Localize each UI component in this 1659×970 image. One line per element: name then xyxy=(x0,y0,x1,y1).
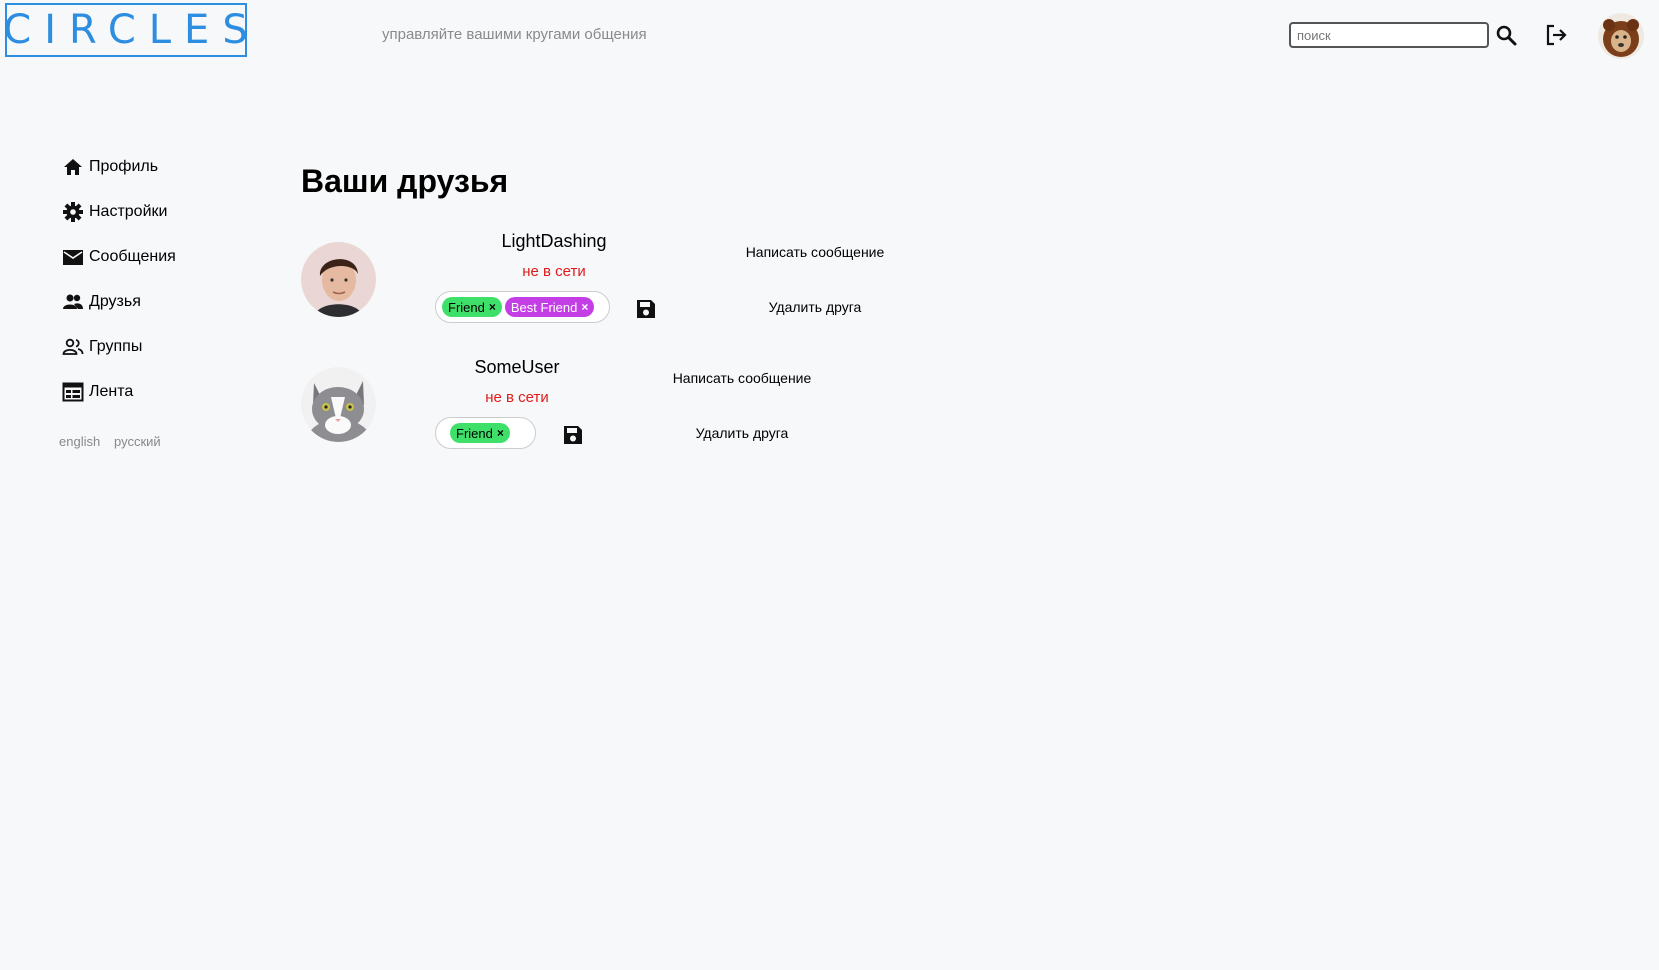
friend-avatar[interactable] xyxy=(301,367,376,442)
sidebar-item-profile[interactable]: Профиль xyxy=(62,154,158,180)
group-icon xyxy=(62,336,84,358)
sidebar-item-label: Настройки xyxy=(89,203,168,220)
sidebar-item-friends[interactable]: Друзья xyxy=(62,289,141,315)
write-message-button[interactable]: Написать сообщение xyxy=(642,370,842,386)
tag-friend[interactable]: Friend × xyxy=(450,423,510,443)
save-icon[interactable] xyxy=(562,424,584,446)
sidebar-item-feed[interactable]: Лента xyxy=(62,379,133,405)
sidebar-item-label: Друзья xyxy=(89,293,141,310)
sidebar-item-settings[interactable]: Настройки xyxy=(62,199,167,225)
write-message-button[interactable]: Написать сообщение xyxy=(715,244,915,260)
language-english[interactable]: english xyxy=(59,434,100,449)
search-input[interactable] xyxy=(1289,22,1489,48)
home-icon xyxy=(62,156,84,178)
logout-icon[interactable] xyxy=(1543,22,1569,48)
logo[interactable]: CIRCLES xyxy=(3,3,248,57)
search-icon[interactable] xyxy=(1494,23,1518,47)
remove-friend-button[interactable]: Удалить друга xyxy=(642,425,842,441)
tag-box[interactable]: Friend × xyxy=(435,417,536,449)
sidebar-item-label: Группы xyxy=(89,338,143,355)
sidebar-item-label: Профиль xyxy=(89,158,159,175)
tag-remove-icon[interactable]: × xyxy=(489,300,496,314)
tag-friend[interactable]: Friend × xyxy=(442,297,502,317)
gear-icon xyxy=(62,201,84,223)
people-icon xyxy=(62,291,84,313)
sidebar-item-groups[interactable]: Группы xyxy=(62,334,142,360)
friend-status: не в сети xyxy=(522,263,586,280)
save-icon[interactable] xyxy=(635,298,657,320)
tag-box[interactable]: Friend × Best Friend × xyxy=(435,291,610,323)
page-title: Ваши друзья xyxy=(301,163,509,199)
friend-avatar[interactable] xyxy=(301,242,376,317)
tag-best-friend[interactable]: Best Friend × xyxy=(504,297,595,317)
friend-name[interactable]: LightDashing xyxy=(454,231,654,252)
sidebar-item-label: Лента xyxy=(89,383,134,400)
feed-icon xyxy=(62,381,84,403)
tag-remove-icon[interactable]: × xyxy=(497,426,504,440)
user-avatar[interactable] xyxy=(1598,13,1644,59)
tag-remove-icon[interactable]: × xyxy=(581,300,588,314)
tagline: управляйте вашими кругами общения xyxy=(382,26,647,43)
sidebar-item-messages[interactable]: Сообщения xyxy=(62,244,176,270)
remove-friend-button[interactable]: Удалить друга xyxy=(715,299,915,315)
sidebar-item-label: Сообщения xyxy=(89,248,176,265)
friend-name[interactable]: SomeUser xyxy=(417,357,617,378)
friend-status: не в сети xyxy=(485,389,549,406)
mail-icon xyxy=(62,246,84,268)
language-russian[interactable]: русский xyxy=(114,434,161,449)
